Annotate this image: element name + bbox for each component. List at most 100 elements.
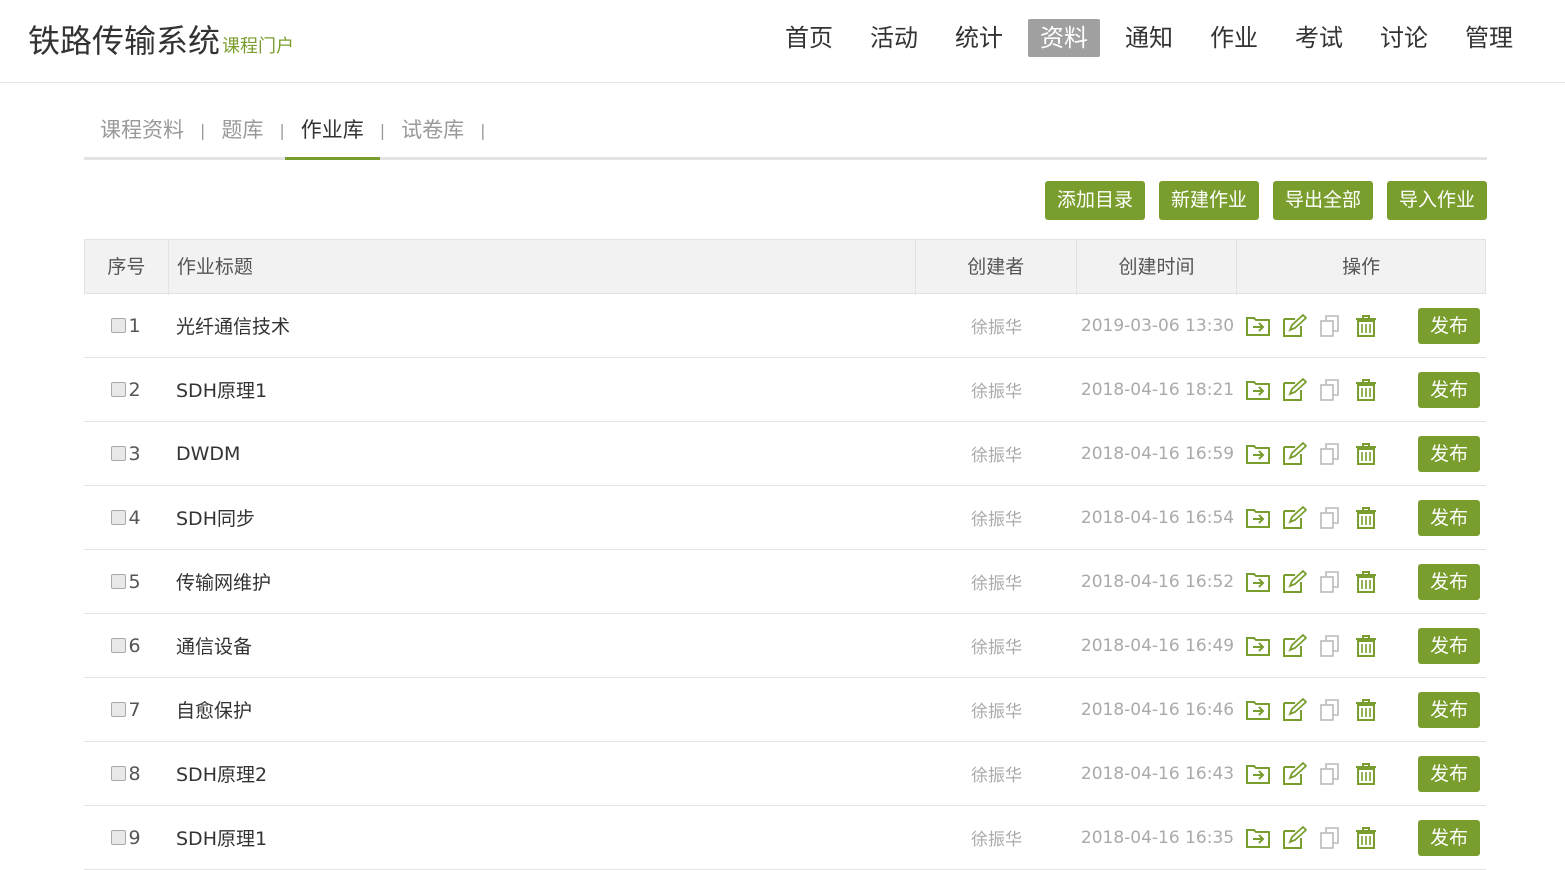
move-icon[interactable] [1244, 632, 1272, 660]
delete-icon[interactable] [1352, 440, 1380, 468]
row-index-cell: 8 [84, 763, 168, 785]
row-checkbox[interactable] [111, 382, 127, 397]
publish-button[interactable]: 发布 [1418, 819, 1481, 856]
delete-icon[interactable] [1352, 504, 1380, 532]
copy-icon[interactable] [1316, 440, 1344, 468]
homework-title[interactable]: SDH原理1 [168, 376, 916, 403]
move-icon[interactable] [1244, 376, 1272, 404]
publish-button[interactable]: 发布 [1418, 307, 1481, 344]
nav-item-3[interactable]: 资料 [1028, 19, 1100, 57]
publish-button[interactable]: 发布 [1418, 691, 1481, 728]
creator-name: 徐振华 [971, 574, 1022, 594]
delete-icon[interactable] [1352, 568, 1380, 596]
nav-item-4[interactable]: 通知 [1113, 19, 1185, 57]
copy-icon[interactable] [1316, 696, 1344, 724]
homework-title[interactable]: 自愈保护 [168, 696, 916, 723]
delete-icon[interactable] [1352, 824, 1380, 852]
created-time: 2018-04-16 16:54 [1080, 507, 1235, 528]
delete-icon[interactable] [1352, 760, 1380, 788]
homework-title[interactable]: 传输网维护 [168, 568, 916, 595]
copy-icon[interactable] [1316, 632, 1344, 660]
publish-button[interactable]: 发布 [1418, 563, 1481, 600]
row-number: 4 [128, 506, 141, 529]
add-directory-button[interactable]: 添加目录 [1044, 181, 1145, 220]
publish-button[interactable]: 发布 [1418, 435, 1481, 472]
edit-icon[interactable] [1280, 824, 1308, 852]
homework-title[interactable]: SDH原理2 [168, 760, 916, 787]
move-icon[interactable] [1244, 824, 1272, 852]
homework-title[interactable]: 光纤通信技术 [168, 312, 916, 339]
row-operations: 发布 [1238, 307, 1486, 344]
publish-button[interactable]: 发布 [1418, 499, 1481, 536]
row-number: 2 [128, 378, 141, 401]
move-icon[interactable] [1244, 696, 1272, 724]
import-homework-button[interactable]: 导入作业 [1386, 181, 1487, 220]
delete-icon[interactable] [1352, 696, 1380, 724]
created-time: 2018-04-16 16:52 [1080, 571, 1235, 592]
row-checkbox[interactable] [111, 510, 127, 525]
subtab-2[interactable]: 作业库 [284, 104, 380, 160]
row-checkbox[interactable] [111, 766, 127, 781]
brand: 铁路传输系统 课程门户 [28, 16, 294, 62]
delete-icon[interactable] [1352, 376, 1380, 404]
edit-icon[interactable] [1280, 504, 1308, 532]
subtab-1[interactable]: 题库 [205, 104, 279, 157]
nav-item-8[interactable]: 管理 [1453, 19, 1525, 57]
nav-item-7[interactable]: 讨论 [1368, 19, 1440, 57]
row-operations: 发布 [1238, 691, 1486, 728]
row-checkbox[interactable] [111, 702, 127, 717]
edit-icon[interactable] [1280, 696, 1308, 724]
move-icon[interactable] [1244, 760, 1272, 788]
row-checkbox[interactable] [111, 574, 127, 589]
homework-title[interactable]: 通信设备 [168, 632, 916, 659]
sub-tabs: 课程资料 | 题库 | 作业库 | 试卷库 | [84, 104, 1487, 160]
header-title: 作业标题 [169, 240, 916, 295]
table-row: 8 SDH原理2 徐振华 2018-04-16 16:43 发布 [84, 742, 1486, 806]
homework-title[interactable]: SDH原理1 [168, 824, 916, 851]
copy-icon[interactable] [1316, 760, 1344, 788]
publish-button[interactable]: 发布 [1418, 755, 1481, 792]
subtab-0[interactable]: 课程资料 [84, 104, 200, 157]
homework-title[interactable]: DWDM [168, 443, 916, 465]
delete-icon[interactable] [1352, 632, 1380, 660]
nav-item-6[interactable]: 考试 [1283, 19, 1355, 57]
nav-item-0[interactable]: 首页 [773, 19, 845, 57]
copy-icon[interactable] [1316, 504, 1344, 532]
homework-title[interactable]: SDH同步 [168, 504, 916, 531]
move-icon[interactable] [1244, 504, 1272, 532]
created-time: 2018-04-16 16:49 [1080, 635, 1235, 656]
delete-icon[interactable] [1352, 312, 1380, 340]
nav-item-5[interactable]: 作业 [1198, 19, 1270, 57]
copy-icon[interactable] [1316, 824, 1344, 852]
move-icon[interactable] [1244, 312, 1272, 340]
publish-button[interactable]: 发布 [1418, 627, 1481, 664]
copy-icon[interactable] [1316, 312, 1344, 340]
edit-icon[interactable] [1280, 568, 1308, 596]
creator-name: 徐振华 [971, 382, 1022, 402]
row-checkbox[interactable] [111, 318, 127, 333]
edit-icon[interactable] [1280, 440, 1308, 468]
new-homework-button[interactable]: 新建作业 [1158, 181, 1259, 220]
header-creator: 创建者 [916, 240, 1077, 295]
row-number: 3 [128, 442, 141, 465]
row-checkbox[interactable] [111, 830, 127, 845]
edit-icon[interactable] [1280, 760, 1308, 788]
row-checkbox[interactable] [111, 446, 127, 461]
edit-icon[interactable] [1280, 376, 1308, 404]
row-number: 7 [128, 698, 141, 721]
nav-item-2[interactable]: 统计 [943, 19, 1015, 57]
publish-button[interactable]: 发布 [1418, 371, 1481, 408]
move-icon[interactable] [1244, 440, 1272, 468]
copy-icon[interactable] [1316, 568, 1344, 596]
toolbar: 添加目录 新建作业 导出全部 导入作业 [1031, 181, 1487, 220]
created-time: 2018-04-16 16:43 [1080, 763, 1235, 784]
edit-icon[interactable] [1280, 632, 1308, 660]
copy-icon[interactable] [1316, 376, 1344, 404]
move-icon[interactable] [1244, 568, 1272, 596]
export-all-button[interactable]: 导出全部 [1272, 181, 1373, 220]
nav-item-1[interactable]: 活动 [858, 19, 930, 57]
edit-icon[interactable] [1280, 312, 1308, 340]
subtab-3[interactable]: 试卷库 [385, 104, 480, 157]
row-checkbox[interactable] [111, 638, 127, 653]
table-row: 9 SDH原理1 徐振华 2018-04-16 16:35 发布 [84, 806, 1486, 870]
